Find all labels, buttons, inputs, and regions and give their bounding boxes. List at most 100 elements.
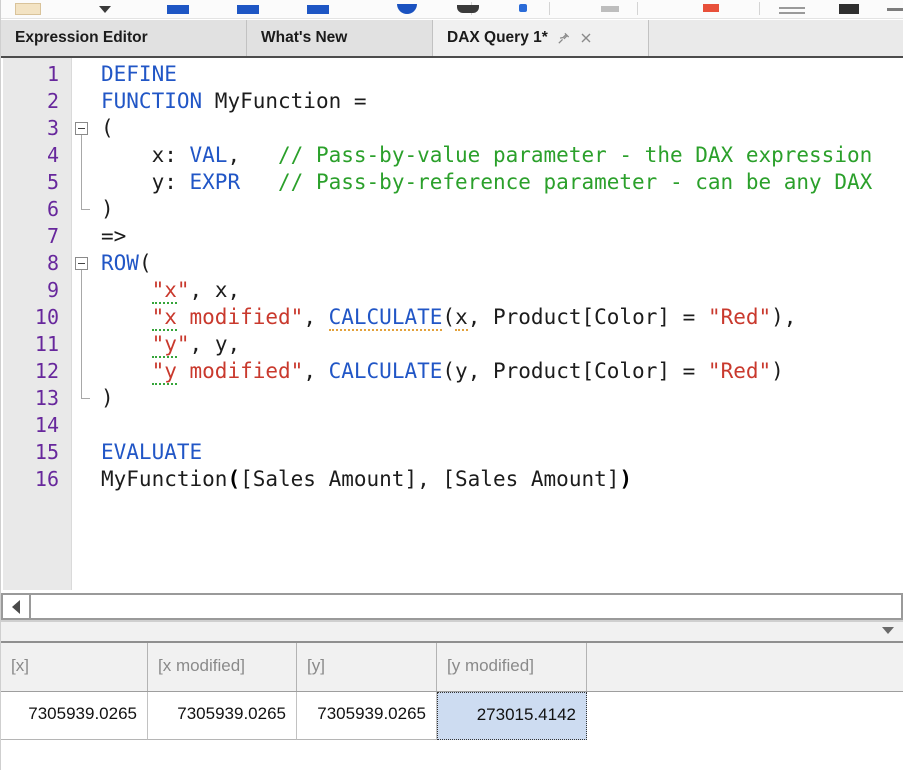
fold-line xyxy=(81,331,82,358)
toolbar-icon[interactable] xyxy=(887,8,903,11)
code-text: "y", y, xyxy=(101,331,240,358)
fold-line xyxy=(81,277,82,304)
code-line[interactable]: 2FUNCTION MyFunction = xyxy=(1,88,903,115)
line-number: 4 xyxy=(1,142,71,169)
code-line[interactable]: 11 "y", y, xyxy=(1,331,903,358)
line-number: 8 xyxy=(1,250,71,277)
code-line[interactable]: 1DEFINE xyxy=(1,61,903,88)
results-grid: [x][x modified][y][y modified] 7305939.0… xyxy=(1,643,903,740)
code-token xyxy=(101,359,152,383)
tab-expression-editor[interactable]: Expression Editor xyxy=(1,20,247,56)
toolbar-icon[interactable] xyxy=(237,5,259,14)
code-line[interactable]: 3( xyxy=(1,115,903,142)
code-text: ROW( xyxy=(101,250,152,277)
column-header[interactable]: [y] xyxy=(297,643,437,691)
tab-bar: Expression Editor What's New DAX Query 1… xyxy=(1,20,903,58)
code-editor[interactable]: 1DEFINE2FUNCTION MyFunction =3(4 x: VAL,… xyxy=(1,58,903,590)
toolbar-icon[interactable] xyxy=(779,12,805,14)
column-header-filler xyxy=(587,643,903,691)
results-data-row: 7305939.02657305939.02657305939.02652730… xyxy=(1,692,903,740)
code-token: x xyxy=(455,305,468,331)
toolbar xyxy=(1,0,903,19)
result-cell[interactable]: 7305939.0265 xyxy=(1,692,148,740)
code-line[interactable]: 7=> xyxy=(1,223,903,250)
horizontal-scrollbar[interactable] xyxy=(1,593,903,620)
code-token: y: xyxy=(101,170,190,194)
code-text: FUNCTION MyFunction = xyxy=(101,88,367,115)
code-token: , xyxy=(303,359,328,383)
toolbar-icon[interactable] xyxy=(703,4,719,12)
fold-margin xyxy=(71,223,101,250)
code-line[interactable]: 16MyFunction([Sales Amount], [Sales Amou… xyxy=(1,466,903,493)
toolbar-icon[interactable] xyxy=(601,6,619,12)
fold-margin xyxy=(71,358,101,385)
code-text: EVALUATE xyxy=(101,439,202,466)
fold-collapse-icon[interactable] xyxy=(75,257,88,270)
code-line[interactable]: 10 "x modified", CALCULATE(x, Product[Co… xyxy=(1,304,903,331)
result-cell[interactable]: 273015.4142 xyxy=(437,692,587,740)
line-number: 12 xyxy=(1,358,71,385)
code-token: // Pass-by-reference parameter - can be … xyxy=(278,170,872,194)
code-line[interactable]: 12 "y modified", CALCULATE(y, Product[Co… xyxy=(1,358,903,385)
fold-margin xyxy=(71,277,101,304)
result-cell[interactable]: 7305939.0265 xyxy=(148,692,297,740)
code-line[interactable]: 14 xyxy=(1,412,903,439)
code-token: " xyxy=(177,332,190,356)
fold-margin xyxy=(71,142,101,169)
tab-dax-query-1[interactable]: DAX Query 1* xyxy=(433,20,649,56)
fold-line xyxy=(81,196,82,210)
code-token: ( xyxy=(139,251,152,275)
code-token: , y, xyxy=(190,332,241,356)
code-line[interactable]: 4 x: VAL, // Pass-by-value parameter - t… xyxy=(1,142,903,169)
toolbar-icon[interactable] xyxy=(15,3,41,15)
tab-whats-new[interactable]: What's New xyxy=(247,20,433,56)
scroll-left-button[interactable] xyxy=(3,595,31,618)
fold-margin xyxy=(71,169,101,196)
chevron-down-icon[interactable] xyxy=(882,627,894,634)
code-token: MyFunction xyxy=(101,467,227,491)
pin-icon[interactable] xyxy=(556,31,571,46)
fold-line xyxy=(81,358,82,385)
code-line[interactable]: 8 ROW( xyxy=(1,250,903,277)
code-line[interactable]: 13) xyxy=(1,385,903,412)
scrollbar-thumb[interactable] xyxy=(31,595,901,618)
fold-collapse-icon[interactable] xyxy=(75,122,88,135)
code-text: "x modified", CALCULATE(x, Product[Color… xyxy=(101,304,796,331)
code-token: EVALUATE xyxy=(101,440,202,464)
code-token: ) xyxy=(101,386,114,410)
toolbar-icon[interactable] xyxy=(519,4,527,12)
code-token: MyFunction = xyxy=(202,89,366,113)
code-line[interactable]: 5 y: EXPR // Pass-by-reference parameter… xyxy=(1,169,903,196)
toolbar-icon[interactable] xyxy=(457,5,479,13)
code-token xyxy=(240,170,278,194)
code-token: EXPR xyxy=(190,170,241,194)
code-text: "y modified", CALCULATE(y, Product[Color… xyxy=(101,358,784,385)
code-line[interactable]: 9 "x", x, xyxy=(1,277,903,304)
fold-margin xyxy=(71,88,101,115)
code-line[interactable]: 15EVALUATE xyxy=(1,439,903,466)
toolbar-icon[interactable] xyxy=(397,4,417,14)
toolbar-icon[interactable] xyxy=(779,7,805,9)
toolbar-icon[interactable] xyxy=(307,5,329,14)
toolbar-separator xyxy=(549,2,550,15)
toolbar-icon[interactable] xyxy=(99,6,111,13)
toolbar-icon[interactable] xyxy=(839,4,859,14)
column-header[interactable]: [y modified] xyxy=(437,643,587,691)
code-line[interactable]: 6) xyxy=(1,196,903,223)
toolbar-icon[interactable] xyxy=(167,5,189,14)
fold-line xyxy=(81,142,82,169)
column-header[interactable]: [x] xyxy=(1,643,148,691)
results-header-row: [x][x modified][y][y modified] xyxy=(1,643,903,692)
code-token: FUNCTION xyxy=(101,89,202,113)
code-token: ROW xyxy=(101,251,139,275)
code-token: "y xyxy=(152,359,177,385)
fold-line xyxy=(81,135,82,142)
result-cell[interactable]: 7305939.0265 xyxy=(297,692,437,740)
fold-margin xyxy=(71,304,101,331)
column-header[interactable]: [x modified] xyxy=(148,643,297,691)
code-token: [Sales Amount], [Sales Amount] xyxy=(240,467,619,491)
fold-line xyxy=(81,385,82,399)
close-icon[interactable] xyxy=(579,31,593,45)
code-token: "Red" xyxy=(708,359,771,383)
results-splitter[interactable] xyxy=(1,620,903,643)
